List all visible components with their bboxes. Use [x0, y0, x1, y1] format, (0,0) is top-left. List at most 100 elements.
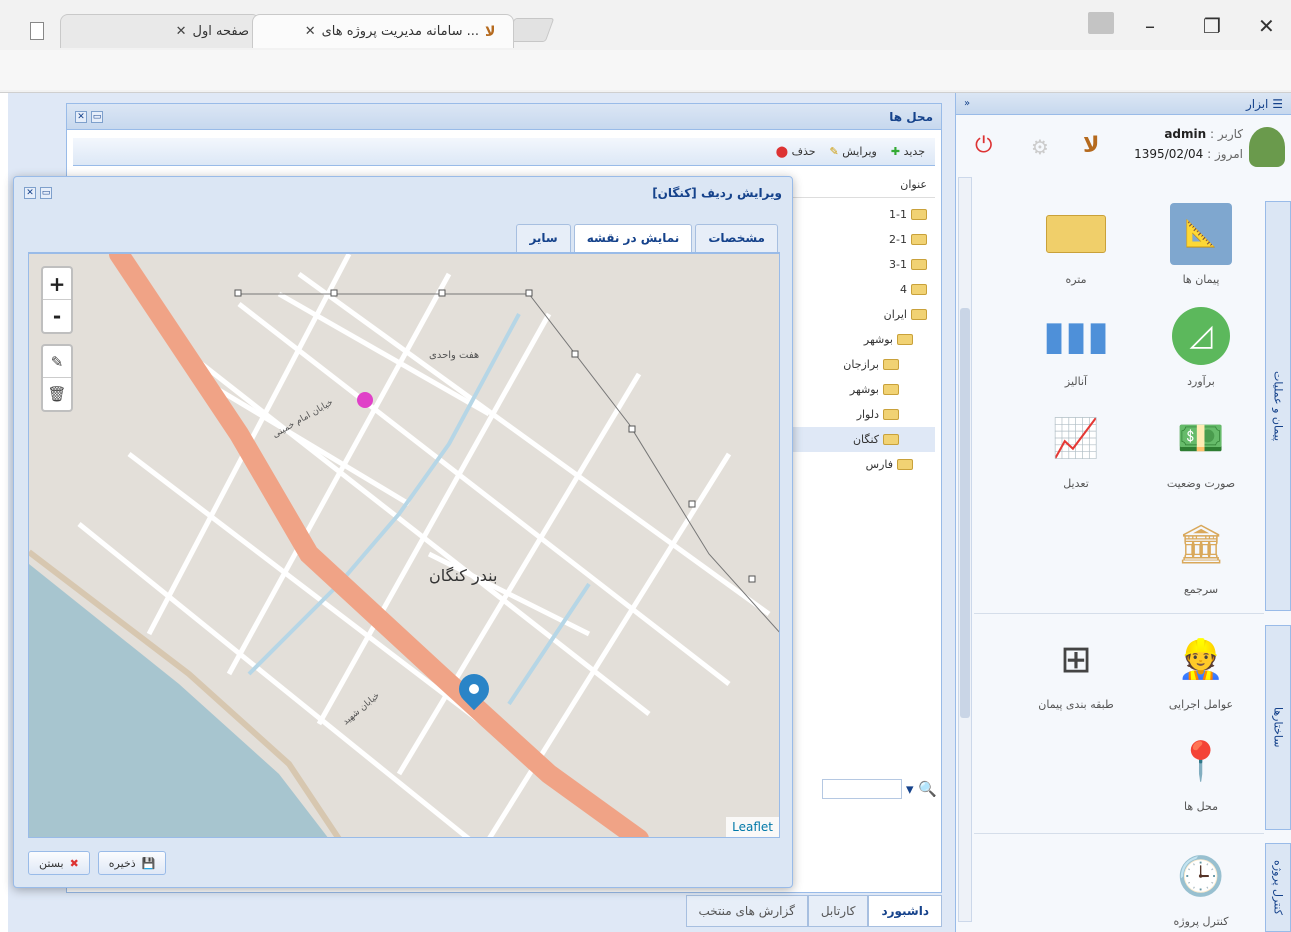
map-tiles [29, 254, 779, 837]
sidetab-structures[interactable]: ساختارها [1265, 625, 1291, 830]
app-places[interactable]: 📍 محل ها [1146, 730, 1256, 814]
folder-icon [911, 259, 927, 270]
app-project-control[interactable]: 🕒 کنترل پروژه [1146, 845, 1256, 929]
folder-icon [911, 309, 927, 320]
close-window-button[interactable]: ✕ [1258, 14, 1275, 38]
folder-icon [911, 234, 927, 245]
tab-project-system[interactable]: ✕ سامانه مدیریت پروژه های ... ﻻ [252, 14, 514, 48]
zoom-out-button[interactable]: - [43, 300, 71, 332]
tab-specifications[interactable]: مشخصات [695, 224, 778, 252]
new-button[interactable]: ✚ جدید [891, 145, 925, 158]
app-adjustment[interactable]: 📈 تعدیل [1021, 407, 1131, 491]
app-logo-icon[interactable]: ﻻ [1083, 133, 1099, 158]
tab-selected-reports[interactable]: گزارش های منتخب [685, 895, 808, 927]
bar-chart-icon: ▮▮▮ [1042, 313, 1110, 359]
polygon-boundary [239, 293, 779, 633]
tree-node[interactable]: برازجان [785, 352, 935, 377]
edit-row-dialog: ✕ ▭ ویرایش ردیف [کنگان] مشخصات نمایش در ن… [13, 176, 793, 888]
dialog-header: ✕ ▭ ویرایش ردیف [کنگان] [14, 177, 792, 209]
folder-icon [911, 209, 927, 220]
user-info: کاربر : admin امروز : 1395/02/04 ﻻ ⚙ ⏻ [965, 125, 1285, 175]
tree-node[interactable]: 1-1 [785, 202, 935, 227]
trash-icon[interactable]: 🗑 [43, 378, 71, 410]
app-contracts[interactable]: 📐 پیمان ها [1146, 203, 1256, 286]
search-bar: ▾ 🔍 [797, 776, 937, 802]
dialog-tabs: مشخصات نمایش در نقشه سایر [28, 219, 780, 253]
map-street-label: هفت واحدی [429, 350, 480, 361]
menu-icon: ☰ [1272, 96, 1283, 111]
close-icon[interactable]: ✕ [24, 187, 36, 199]
sidetab-project-control[interactable]: کنترل پروژه [1265, 843, 1291, 932]
avatar [1249, 127, 1285, 167]
tree-node[interactable]: ایران [785, 302, 935, 327]
page-icon [30, 22, 44, 40]
sidetab-contracts[interactable]: پیمان و عملیات [1265, 201, 1291, 611]
tab-title: سامانه مدیریت پروژه های ... [321, 24, 479, 39]
app-estimate[interactable]: ◿ برآورد [1146, 305, 1256, 388]
cancel-icon: ✖ [69, 856, 79, 870]
add-icon: ✚ [890, 145, 901, 158]
tab-strip: ✕ صفحه اول ✕ سامانه مدیریت پروژه های ...… [0, 0, 1291, 50]
tab-home[interactable]: ✕ صفحه اول [60, 14, 260, 48]
folder-icon [897, 459, 913, 470]
tree-node[interactable]: 2-1 [785, 227, 935, 252]
tools-title: ابزار [1245, 96, 1269, 111]
maximize-icon[interactable]: ▭ [91, 110, 103, 123]
close-icon[interactable]: ✕ [305, 24, 316, 39]
folder-icon [897, 334, 913, 345]
tab-other[interactable]: سایر [516, 224, 571, 252]
tree-node[interactable]: بوشهر [785, 377, 935, 402]
edit-layer-icon[interactable]: ✎ [43, 346, 71, 378]
settings-icon[interactable]: ⚙ [1031, 135, 1049, 159]
tab-dashboard[interactable]: داشبورد [868, 895, 942, 927]
tree-node[interactable]: فارس [785, 452, 935, 477]
collapse-icon[interactable]: » [964, 98, 970, 109]
close-icon[interactable]: ✕ [75, 110, 87, 123]
app-metre[interactable]: متره [1021, 203, 1131, 286]
clock-icon: 🕒 [1177, 853, 1225, 898]
search-input[interactable] [822, 779, 903, 799]
map-city-label: بندر کنگان [429, 566, 498, 585]
restore-button[interactable]: ❐ [1203, 14, 1221, 38]
scrollbar[interactable] [958, 177, 972, 922]
app-contractors[interactable]: 👷 عوامل اجرایی [1146, 628, 1256, 712]
tab-show-on-map[interactable]: نمایش در نقشه [573, 224, 693, 252]
dialog-title: ویرایش ردیف [کنگان] [652, 186, 782, 200]
tree-node[interactable]: بوشهر [785, 327, 935, 352]
app-contract-classification[interactable]: ⊞ طبقه بندی پیمان [1021, 628, 1131, 711]
power-icon[interactable]: ⏻ [975, 133, 992, 158]
places-panel-header: ✕ ▭ محل ها [67, 104, 941, 130]
app-summary[interactable]: 🏛 سرجمع [1146, 513, 1256, 597]
places-tree: 1-1 2-1 3-1 4 ایران بوشهر برازجان بوشهر … [785, 202, 935, 477]
minimize-button[interactable]: – [1145, 14, 1155, 38]
app-analysis[interactable]: ▮▮▮ آنالیز [1021, 305, 1131, 388]
folder-icon [911, 284, 927, 295]
draw-control: ✎ 🗑 [41, 344, 73, 412]
tree-node[interactable]: دلوار [785, 402, 935, 427]
today-date: 1395/02/04 [1134, 147, 1204, 161]
tools-panel: » ابزار ☰ کاربر : admin امروز : 1395/02/… [955, 93, 1291, 932]
location-icon: 📍 [1177, 738, 1225, 783]
app-logo-icon: ﻻ [485, 23, 496, 40]
save-button[interactable]: ذخیره 💾 [97, 851, 167, 875]
profile-icon[interactable] [1088, 12, 1114, 34]
maximize-icon[interactable]: ▭ [40, 187, 52, 199]
app-statement[interactable]: 💵 صورت وضعیت [1146, 407, 1256, 491]
close-button[interactable]: بستن ✖ [28, 851, 90, 875]
bottom-tabs: داشبورد کارتابل گزارش های منتخب [630, 895, 942, 927]
tree-node[interactable]: 3-1 [785, 252, 935, 277]
map-view[interactable]: بندر کنگان هفت واحدی خیابان امام خمینی خ… [28, 253, 780, 838]
card-icon [1045, 203, 1107, 265]
search-icon[interactable]: ▾ 🔍 [906, 780, 937, 798]
save-icon: 💾 [141, 856, 156, 870]
zoom-in-button[interactable]: + [43, 268, 71, 300]
tree-node[interactable]: 4 [785, 277, 935, 302]
map-attribution[interactable]: Leaflet [726, 817, 779, 837]
tree-node-selected[interactable]: کنگان [785, 427, 935, 452]
close-icon[interactable]: ✕ [176, 24, 187, 39]
delete-button[interactable]: ⬤ حذف [776, 145, 816, 158]
tab-cartable[interactable]: کارتابل [807, 895, 869, 927]
edit-button[interactable]: ✎ ویرایش [830, 145, 877, 158]
username: admin [1164, 127, 1207, 141]
divider [974, 833, 1264, 834]
